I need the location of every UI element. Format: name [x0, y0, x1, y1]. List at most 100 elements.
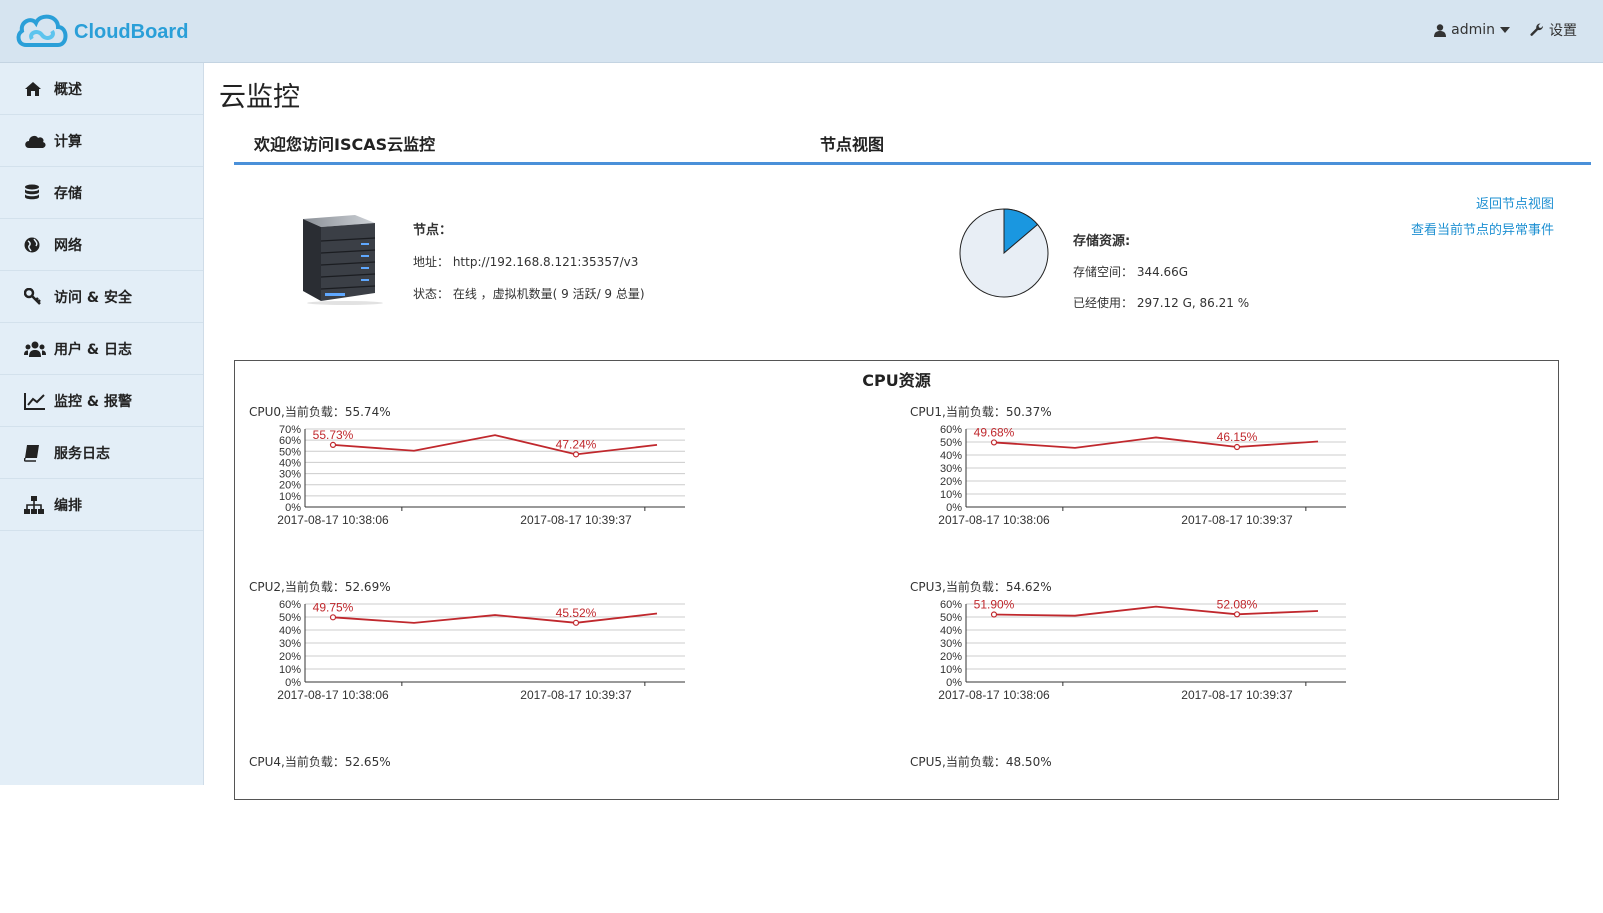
cpu-line-chart: 0%10%20%30%40%50%60%2017-08-17 10:38:06 2… — [277, 599, 685, 702]
cpu-chart-2: CPU2,当前负载：52.69% 0% 10% 20% 30% 40% 50% 60% 2017… — [249, 578, 709, 738]
sidebar-item-label: 服务日志 — [54, 445, 110, 462]
line-chart-icon — [24, 391, 46, 411]
node-status: 状态： 在线 ，虚拟机数量( 9 活跃/ 9 总量) — [413, 287, 645, 301]
data-label: 49.68% — [974, 425, 1015, 439]
user-name: admin — [1451, 22, 1495, 38]
data-label: 55.73% — [313, 428, 354, 442]
home-icon — [24, 79, 46, 99]
data-label: 47.24% — [556, 437, 597, 451]
data-point — [329, 614, 337, 621]
y-tick-label: 30% — [279, 638, 301, 650]
sidebar-item-network[interactable]: 网络 — [0, 219, 203, 271]
data-point — [990, 439, 998, 446]
y-tick-label: 10% — [940, 489, 962, 501]
settings-label: 设置 — [1549, 23, 1577, 39]
book-icon — [24, 443, 46, 463]
sidebar-item-compute[interactable]: 计算 — [0, 115, 203, 167]
y-tick-label: 40% — [940, 625, 962, 637]
caret-down-icon — [1500, 27, 1510, 33]
data-label: 45.52% — [556, 606, 597, 620]
series-line — [993, 605, 1319, 617]
y-tick-label: 40% — [940, 450, 962, 462]
y-tick-label: 50% — [279, 446, 301, 458]
data-point — [1233, 443, 1241, 451]
tab-welcome[interactable]: 欢迎您访问ISCAS云监控 — [254, 131, 435, 155]
y-tick-label: 40% — [279, 457, 301, 469]
sidebar-item-storage[interactable]: 存储 — [0, 167, 203, 219]
sidebar-item-label: 概述 — [54, 81, 82, 98]
y-tick-label: 50% — [940, 612, 962, 624]
y-tick-label: 50% — [940, 437, 962, 449]
y-tick-label: 20% — [279, 480, 301, 492]
cpu-chart-5: CPU5,当前负载：48.50% — [910, 753, 1370, 913]
cpu-chart-title: CPU3,当前负载：54.62% — [910, 580, 1052, 594]
sidebar-item-label: 用户 & 日志 — [54, 341, 132, 358]
cpu-panel-title: CPU资源 — [862, 371, 931, 390]
series-line — [332, 612, 658, 624]
y-tick-label: 60% — [279, 435, 301, 447]
y-tick-label: 50% — [279, 612, 301, 624]
cpu-line-chart: 0%10%20%30%40%50%60%2017-08-17 10:38:06 2… — [938, 424, 1346, 527]
cpu-chart-3: CPU3,当前负载：54.62% 0% 10% 20% 30% 40% 50% 60% 2017… — [910, 578, 1370, 738]
y-tick-label: 20% — [279, 651, 301, 663]
node-heading: 节点： — [413, 223, 453, 238]
sidebar-item-label: 计算 — [54, 133, 82, 150]
sidebar-item-label: 监控 & 报警 — [54, 393, 132, 410]
y-tick-label: 10% — [279, 491, 301, 503]
data-label: 49.75% — [313, 600, 354, 614]
cpu-chart-title: CPU0,当前负载：55.74% — [249, 405, 391, 419]
sidebar-item-service-logs[interactable]: 服务日志 — [0, 427, 203, 479]
storage-pie-chart — [959, 208, 1049, 298]
cpu-chart-title: CPU2,当前负载：52.69% — [249, 580, 391, 594]
series-line — [993, 436, 1319, 449]
sidebar-item-label: 网络 — [54, 237, 82, 254]
settings-link[interactable]: 设置 — [1530, 20, 1577, 40]
x-tick-label: 2017-08-17 10:38:06 — [938, 688, 1050, 702]
cpu-chart-title: CPU5,当前负载：48.50% — [910, 755, 1052, 769]
node-info: 节点： 地址： http://192.168.8.121:35357/v3 状态… — [413, 219, 645, 317]
x-tick-label: 2017-08-17 10:39:37 — [1181, 688, 1293, 702]
user-menu[interactable]: admin — [1434, 22, 1510, 38]
back-to-node-view-link[interactable]: 返回节点视图 — [1411, 193, 1554, 212]
sidebar-item-overview[interactable]: 概述 — [0, 63, 203, 115]
cloud-icon — [24, 131, 46, 151]
y-tick-label: 30% — [279, 469, 301, 481]
data-label: 52.08% — [1217, 597, 1258, 611]
sidebar-item-label: 编排 — [54, 497, 82, 514]
globe-icon — [24, 235, 46, 255]
cpu-panel: CPU资源 CPU0,当前负载：55.74% 0% 10% 20% 30% 40% 50% 6… — [234, 360, 1559, 800]
key-icon — [24, 287, 46, 307]
y-tick-label: 30% — [940, 463, 962, 475]
page-title: 云监控 — [219, 82, 300, 113]
sitemap-icon — [24, 495, 46, 515]
node-address: 地址： http://192.168.8.121:35357/v3 — [413, 255, 639, 269]
data-point — [329, 441, 337, 449]
logo-text: CloudBoard — [74, 20, 189, 43]
sidebar-item-monitoring[interactable]: 监控 & 报警 — [0, 375, 203, 427]
tab-bar: 欢迎您访问ISCAS云监控 节点视图 — [234, 127, 1591, 165]
y-tick-label: 70% — [279, 424, 301, 436]
sidebar-item-label: 访问 & 安全 — [54, 289, 132, 306]
sidebar-item-orchestration[interactable]: 编排 — [0, 479, 203, 531]
y-tick-label: 30% — [940, 638, 962, 650]
x-tick-label: 2017-08-17 10:39:37 — [520, 688, 632, 702]
tab-node-view[interactable]: 节点视图 — [820, 131, 884, 155]
cpu-line-chart: 0%10%20%30%40%50%60%70%2017-08-17 10:38:… — [277, 424, 685, 527]
node-events-link[interactable]: 查看当前节点的异常事件 — [1411, 219, 1554, 238]
logo[interactable]: CloudBoard — [14, 11, 188, 53]
sidebar-item-access-security[interactable]: 访问 & 安全 — [0, 271, 203, 323]
y-tick-label: 60% — [940, 424, 962, 436]
data-point — [990, 611, 998, 618]
cpu-chart-1: CPU1,当前负载：50.37% 0% 10% 20% 30% 40% 50% 60% 2017… — [910, 403, 1370, 563]
x-tick-label: 2017-08-17 10:39:37 — [1181, 513, 1293, 527]
storage-space: 存储空间： 344.66G — [1073, 265, 1189, 279]
top-right-menu: admin 设置 — [1414, 20, 1577, 40]
y-tick-label: 60% — [279, 599, 301, 611]
cpu-chart-title: CPU4,当前负载：52.65% — [249, 755, 391, 769]
x-tick-label: 2017-08-17 10:38:06 — [938, 513, 1050, 527]
users-icon — [24, 339, 46, 359]
sidebar-item-users-logs[interactable]: 用户 & 日志 — [0, 323, 203, 375]
cpu-line-chart: 0%10%20%30%40%50%60%2017-08-17 10:38:06 2… — [938, 597, 1346, 702]
user-icon — [1434, 23, 1447, 37]
top-navbar: CloudBoard admin 设置 — [0, 0, 1603, 63]
